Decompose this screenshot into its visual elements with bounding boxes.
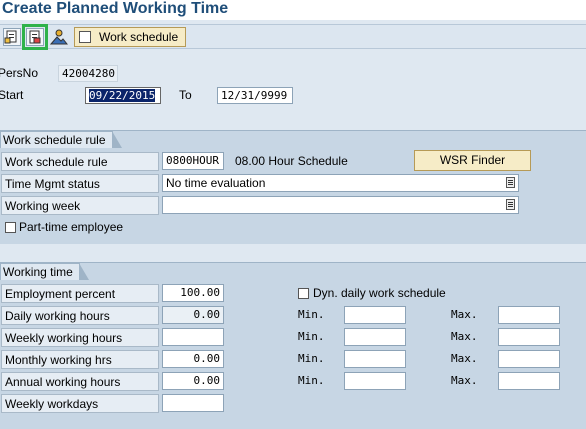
annual-min-input[interactable] [344, 372, 406, 390]
work-schedule-rule-tab: Work schedule rule [0, 131, 121, 148]
save-icon[interactable] [22, 24, 48, 50]
monthly-working-hrs-input[interactable]: 0.00 [162, 350, 224, 368]
monthly-max-label: Max. [451, 352, 478, 365]
annual-min-label: Min. [298, 374, 325, 387]
daily-max-input[interactable] [498, 306, 560, 324]
daily-min-input[interactable] [344, 306, 406, 324]
monthly-min-label: Min. [298, 352, 325, 365]
work-schedule-button[interactable]: Work schedule [74, 27, 186, 47]
work-schedule-rule-label: Work schedule rule [1, 152, 159, 171]
to-label: To [179, 88, 192, 102]
employment-percent-input[interactable]: 100.00 [162, 284, 224, 302]
dyn-daily-work-schedule-label: Dyn. daily work schedule [313, 286, 446, 300]
monthly-min-input[interactable] [344, 350, 406, 368]
picture-icon[interactable] [49, 28, 69, 46]
monthly-working-hrs-label: Monthly working hrs [1, 350, 159, 369]
start-label: Start [0, 88, 24, 102]
time-mgmt-status-select[interactable]: No time evaluation [162, 174, 519, 192]
value-help-icon[interactable] [506, 199, 515, 210]
working-time-tab: Working time [0, 263, 89, 280]
monthly-max-input[interactable] [498, 350, 560, 368]
overview-icon[interactable] [3, 28, 21, 46]
application-toolbar: Work schedule [0, 24, 586, 50]
annual-max-label: Max. [451, 374, 478, 387]
persno-field: 42004280 [58, 65, 118, 82]
weekly-min-input[interactable] [344, 328, 406, 346]
page-title: Create Planned Working Time [0, 0, 586, 20]
weekly-max-input[interactable] [498, 328, 560, 346]
part-time-label: Part-time employee [19, 220, 124, 234]
dyn-daily-work-schedule-checkbox[interactable] [298, 288, 309, 299]
working-week-select[interactable] [162, 196, 519, 214]
working-week-label: Working week [1, 196, 159, 215]
annual-working-hours-label: Annual working hours [1, 372, 159, 391]
daily-working-hours-label: Daily working hours [1, 306, 159, 325]
persno-label: PersNo [0, 66, 39, 80]
value-help-icon[interactable] [506, 177, 515, 188]
part-time-checkbox[interactable] [5, 222, 16, 233]
weekly-workdays-input[interactable] [162, 394, 224, 412]
weekly-max-label: Max. [451, 330, 478, 343]
start-date-input[interactable]: 09/22/2015 [85, 87, 161, 104]
work-schedule-rule-input[interactable]: 0800HOUR [162, 152, 224, 170]
employment-percent-label: Employment percent [1, 284, 159, 303]
annual-working-hours-input[interactable]: 0.00 [162, 372, 224, 390]
weekly-working-hours-input[interactable] [162, 328, 224, 346]
daily-min-label: Min. [298, 308, 325, 321]
wsr-finder-button[interactable]: WSR Finder [414, 150, 531, 171]
end-date-input[interactable]: 12/31/9999 [217, 87, 293, 104]
weekly-working-hours-label: Weekly working hours [1, 328, 159, 347]
calendar-icon [79, 31, 91, 43]
work-schedule-rule-text: 08.00 Hour Schedule [235, 154, 348, 168]
daily-max-label: Max. [451, 308, 478, 321]
time-mgmt-status-label: Time Mgmt status [1, 174, 159, 193]
daily-working-hours-input[interactable]: 0.00 [162, 306, 224, 324]
annual-max-input[interactable] [498, 372, 560, 390]
weekly-workdays-label: Weekly workdays [1, 394, 159, 413]
weekly-min-label: Min. [298, 330, 325, 343]
